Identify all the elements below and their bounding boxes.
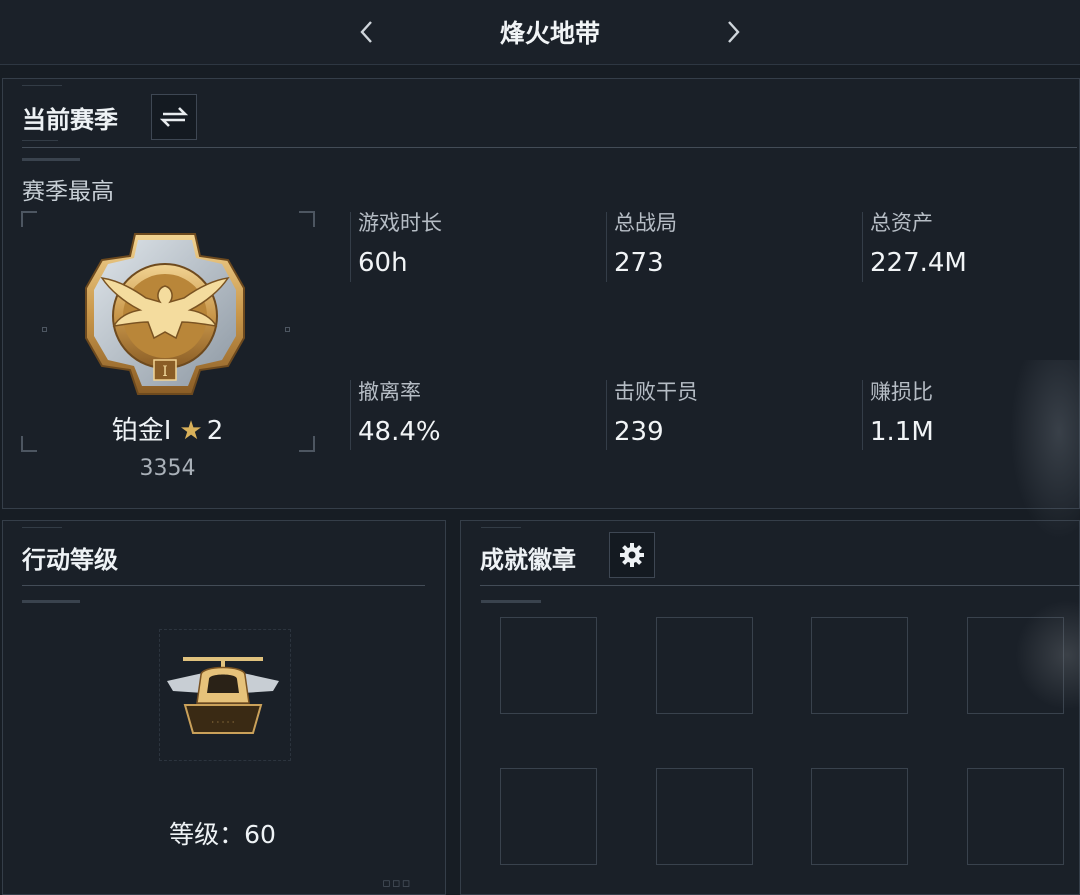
svg-text:I: I — [162, 364, 168, 380]
decor-line — [22, 85, 62, 86]
stat-value: 227.4M — [870, 248, 967, 278]
prev-mode-button[interactable] — [352, 17, 382, 47]
decor-line — [22, 140, 58, 141]
frame-mark — [42, 327, 47, 332]
title-divider — [22, 147, 1077, 148]
stat-label: 击败干员 — [614, 380, 698, 404]
badge-slot[interactable] — [811, 768, 908, 865]
decor-bar — [22, 158, 80, 161]
frame-corner — [299, 211, 315, 227]
title-divider — [480, 585, 1080, 586]
stat-value: 48.4% — [358, 417, 441, 447]
operation-level-row: 等级：60 — [20, 815, 425, 851]
stat-divider — [350, 380, 351, 450]
svg-text:· · · · ·: · · · · · — [212, 718, 235, 727]
stat-label: 总资产 — [870, 211, 933, 235]
achievements-title: 成就徽章 — [480, 546, 576, 574]
stat-label: 赚损比 — [870, 380, 933, 404]
stat-divider — [862, 212, 863, 282]
badge-slot[interactable] — [811, 617, 908, 714]
mode-title: 烽火地带 — [499, 19, 600, 48]
swap-arrows-icon — [160, 107, 188, 127]
helicopter-level-emblem: · · · · · — [167, 657, 279, 734]
frame-mark — [285, 327, 290, 332]
badge-slot[interactable] — [500, 768, 597, 865]
stat-value: 60h — [358, 248, 408, 278]
stat-total-matches: 总战局 273 — [614, 210, 677, 278]
chevron-left-icon — [360, 21, 372, 43]
stat-total-assets: 总资产 227.4M — [870, 210, 967, 278]
stat-play-time: 游戏时长 60h — [358, 210, 442, 278]
title-divider — [22, 585, 425, 586]
badge-slot[interactable] — [656, 617, 753, 714]
gear-icon — [620, 543, 644, 567]
frame-corner — [21, 211, 37, 227]
stat-label: 撤离率 — [358, 380, 421, 404]
stat-divider — [606, 212, 607, 282]
platinum-rank-emblem: I — [85, 233, 245, 395]
decor-line — [22, 527, 62, 528]
chevron-right-icon — [728, 21, 740, 43]
stat-operators-defeated: 击败干员 239 — [614, 379, 698, 447]
corner-marks: ▫▫▫ — [382, 876, 412, 891]
season-title: 当前赛季 — [22, 106, 118, 134]
badge-slot[interactable] — [656, 768, 753, 865]
achievement-settings-button[interactable] — [609, 532, 655, 578]
stat-label: 游戏时长 — [358, 211, 442, 235]
badge-slot[interactable] — [500, 617, 597, 714]
switch-season-button[interactable] — [151, 94, 197, 140]
season-best-label: 赛季最高 — [22, 179, 114, 205]
stat-extraction-rate: 撤离率 48.4% — [358, 379, 441, 447]
operation-level-title: 行动等级 — [22, 546, 118, 574]
stat-value: 1.1M — [870, 417, 934, 447]
rank-label-row: 铂金Ⅰ ★ 2 — [20, 410, 315, 447]
level-value: 60 — [244, 820, 276, 849]
top-bar: 烽火地带 — [0, 0, 1080, 65]
decor-bar — [22, 600, 80, 603]
rank-stars: 2 — [206, 416, 224, 446]
decor-bar — [481, 600, 541, 603]
stat-value: 273 — [614, 248, 664, 278]
stat-value: 239 — [614, 417, 664, 447]
decor-line — [481, 527, 521, 528]
star-icon: ★ — [179, 416, 203, 446]
rank-score: 3354 — [139, 456, 196, 481]
stat-divider — [606, 380, 607, 450]
badge-slot[interactable] — [967, 768, 1064, 865]
next-mode-button[interactable] — [718, 17, 748, 47]
rank-name: 铂金Ⅰ — [111, 416, 172, 446]
level-label: 等级： — [169, 820, 245, 849]
stat-divider — [862, 380, 863, 450]
background-prop — [1010, 360, 1080, 540]
background-prop — [1015, 600, 1080, 710]
stat-divider — [350, 212, 351, 282]
stat-profit-loss-ratio: 赚损比 1.1M — [870, 379, 934, 447]
stat-label: 总战局 — [614, 211, 677, 235]
